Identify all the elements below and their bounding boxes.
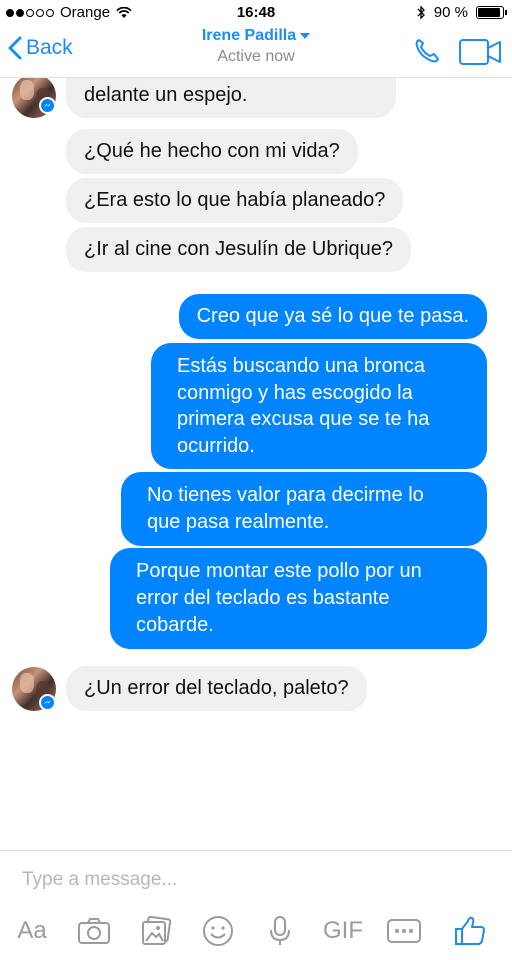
camera-icon[interactable]	[74, 906, 114, 956]
bluetooth-icon	[417, 5, 425, 20]
contact-name: Irene Padilla	[201, 27, 297, 44]
emoji-icon[interactable]	[198, 906, 238, 956]
message-bubble-outgoing[interactable]: No tienes valor para decirme lo que pasa…	[121, 472, 487, 546]
composer-divider	[0, 850, 512, 851]
message-text: Creo que ya sé lo que te pasa.	[196, 305, 469, 327]
message-text: ¿Un error del teclado, paleto?	[84, 677, 349, 699]
message-text: Estás buscando una bronca	[177, 355, 425, 377]
message-bubble-incoming[interactable]: ¿Qué he hecho con mi vida?	[66, 129, 358, 174]
message-text: delante un espejo.	[84, 84, 248, 106]
battery-icon	[476, 6, 507, 19]
microphone-icon[interactable]	[260, 906, 300, 956]
message-text: error del teclado es bastante	[136, 587, 390, 609]
message-bubble-outgoing[interactable]: Creo que ya sé lo que te pasa.	[178, 294, 487, 339]
phone-icon[interactable]	[412, 36, 442, 66]
message-text: ocurrido.	[177, 434, 255, 457]
video-camera-icon[interactable]	[458, 38, 504, 66]
message-text: No tienes valor para decirme lo	[147, 484, 424, 506]
message-text: conmigo y has escogido la	[177, 381, 413, 404]
message-text: cobarde.	[136, 614, 214, 636]
gallery-icon[interactable]	[136, 906, 176, 956]
gif-label: GIF	[323, 917, 363, 944]
message-input[interactable]: Type a message...	[22, 869, 177, 891]
message-bubble-outgoing[interactable]: Estás buscando una bronca conmigo y has …	[151, 343, 487, 469]
battery-level	[478, 8, 500, 17]
message-bubble-incoming[interactable]: ¿Era esto lo que había planeado?	[66, 178, 404, 223]
message-text: que pasa realmente.	[147, 511, 330, 533]
text-format-icon[interactable]: Aa	[12, 906, 52, 956]
caret-down-icon	[300, 32, 311, 39]
message-text: ¿Era esto lo que había planeado?	[84, 189, 386, 211]
composer-toolbar: Aa GIF	[0, 906, 512, 960]
message-bubble-outgoing[interactable]: Porque montar este pollo por un error de…	[110, 548, 487, 649]
status-bar: Orange 16:48 90 %	[0, 0, 512, 26]
status-right: 90 %	[417, 4, 507, 21]
text-format-label: Aa	[17, 917, 47, 944]
battery-percent: 90 %	[433, 4, 468, 21]
message-text: ¿Ir al cine con Jesulín de Ubrique?	[84, 238, 394, 260]
conversation-header: Back Irene Padilla Active now	[0, 26, 512, 78]
messenger-badge-icon	[39, 97, 56, 114]
message-list[interactable]: Tu ignorancia me ha puesto delante un es…	[0, 60, 512, 850]
message-bubble-incoming[interactable]: ¿Un error del teclado, paleto?	[66, 666, 367, 711]
message-bubble-incoming[interactable]: ¿Ir al cine con Jesulín de Ubrique?	[66, 227, 412, 272]
message-text: Porque montar este pollo por un	[136, 560, 422, 582]
messenger-badge-icon	[39, 694, 56, 711]
message-text: ¿Qué he hecho con mi vida?	[84, 140, 340, 162]
gif-icon[interactable]: GIF	[320, 906, 366, 956]
more-icon[interactable]	[384, 906, 424, 956]
thumbs-up-icon[interactable]	[450, 906, 490, 956]
message-text: primera excusa que se te ha	[177, 408, 430, 430]
